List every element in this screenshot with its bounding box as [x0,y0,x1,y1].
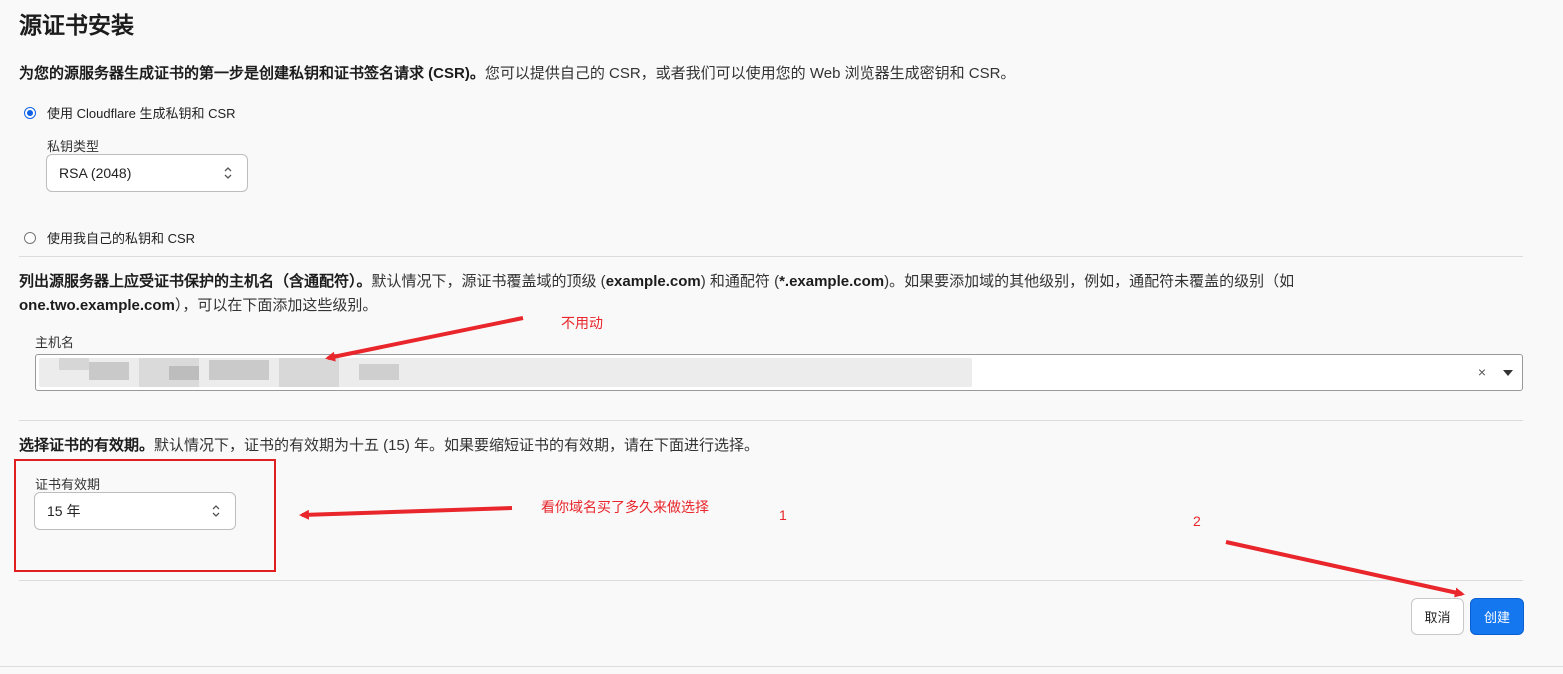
arrow-to-validity-icon [299,506,513,520]
example-root-domain: example.com [605,273,701,290]
key-type-value: RSA (2048) [59,165,132,181]
divider [19,580,1523,581]
key-type-label: 私钥类型 [47,139,100,154]
annotation-arrows [299,316,1465,598]
example-wildcard-domain: *.example.com [779,273,885,290]
hostname-input[interactable]: × [35,354,1523,391]
origin-certificate-page: 源证书安装 为您的源服务器生成证书的第一步是创建私钥和证书签名请求 (CSR)。… [0,0,1563,674]
hostname-description: 列出源服务器上应受证书保护的主机名（含通配符）。默认情况下，源证书覆盖域的顶级 … [19,270,1419,318]
clear-icon[interactable]: × [1478,364,1486,380]
validity-description-rest: 默认情况下，证书的有效期为十五 (15) 年。如果要缩短证书的有效期，请在下面进… [154,437,760,454]
hostname-desc-text-4: ），可以在下面添加这些级别。 [174,297,378,314]
radio-own-csr[interactable]: 使用我自己的私钥和 CSR [24,228,195,247]
csr-description-bold: 为您的源服务器生成证书的第一步是创建私钥和证书签名请求 (CSR)。 [19,65,485,82]
radio-generate-indicator[interactable] [24,106,36,119]
divider [19,420,1523,421]
annotation-highlight-box [14,459,276,572]
divider [19,256,1523,257]
radio-own-indicator[interactable] [24,231,36,244]
footer-divider [0,666,1563,667]
hostname-desc-text-1: 默认情况下，源证书覆盖域的顶级 ( [371,273,606,290]
hostname-label: 主机名 [35,335,75,350]
annotation-step-2: 2 [1193,513,1201,529]
hostname-description-bold: 列出源服务器上应受证书保护的主机名（含通配符）。 [19,273,372,290]
arrow-to-hostname-icon [325,316,524,362]
hostname-chip-redacted[interactable] [39,358,972,387]
updown-chevron-icon [224,167,232,179]
annotation-step-1: 1 [779,507,787,523]
key-type-select[interactable]: RSA (2048) [46,154,248,192]
validity-description: 选择证书的有效期。默认情况下，证书的有效期为十五 (15) 年。如果要缩短证书的… [19,434,759,458]
example-subdomain: one.two.example.com [19,297,175,314]
cancel-button[interactable]: 取消 [1411,598,1464,635]
annotation-hostname-note: 不用动 [561,315,603,331]
csr-description: 为您的源服务器生成证书的第一步是创建私钥和证书签名请求 (CSR)。您可以提供自… [19,62,1015,86]
page-title: 源证书安装 [19,12,134,38]
validity-description-bold: 选择证书的有效期。 [19,437,155,454]
dropdown-caret-icon[interactable] [1503,370,1513,376]
arrow-to-create-icon [1225,540,1465,598]
radio-generate-label: 使用 Cloudflare 生成私钥和 CSR [47,106,236,121]
csr-description-rest: 您可以提供自己的 CSR，或者我们可以使用您的 Web 浏览器生成密钥和 CSR… [484,65,1016,82]
radio-own-label: 使用我自己的私钥和 CSR [47,231,196,246]
hostname-desc-text-3: )。如果要添加域的其他级别，例如，通配符未覆盖的级别（如 [884,273,1295,290]
radio-generate-csr[interactable]: 使用 Cloudflare 生成私钥和 CSR [24,103,236,122]
hostname-desc-text-2: ) 和通配符 ( [700,273,780,290]
create-button[interactable]: 创建 [1470,598,1524,635]
annotation-validity-note: 看你域名买了多久来做选择 [541,499,709,515]
